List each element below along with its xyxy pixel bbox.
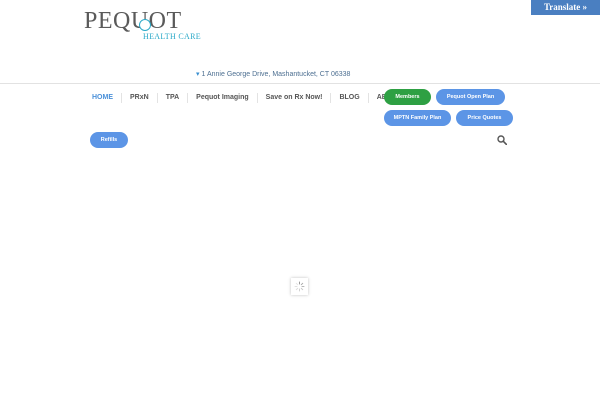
header-divider [0, 83, 600, 84]
members-button[interactable]: Members [384, 89, 431, 105]
logo-subtitle: HEALTH CARE [143, 32, 201, 41]
nav-prxn[interactable]: PRxN [121, 93, 157, 103]
translate-button[interactable]: Translate » [531, 0, 600, 15]
nav-tpa[interactable]: TPA [156, 93, 187, 103]
refills-button[interactable]: Refills [90, 132, 128, 148]
mptn-family-plan-button[interactable]: MPTN Family Plan [384, 110, 451, 126]
map-pin-icon: ▾ [196, 71, 200, 78]
nav-blog[interactable]: BLOG [330, 93, 367, 103]
nav-home[interactable]: HOME [84, 93, 121, 103]
price-quotes-button[interactable]: Price Quotes [456, 110, 513, 126]
logo-emblem-icon [139, 19, 151, 31]
logo[interactable]: PEQUOT HEALTH CARE [84, 8, 214, 44]
pequot-open-plan-button[interactable]: Pequot Open Plan [436, 89, 505, 105]
address-text: 1 Annie George Drive, Mashantucket, CT 0… [201, 71, 351, 78]
main-nav: HOME PRxN TPA Pequot Imaging Save on Rx … [84, 92, 410, 104]
address-line: ▾ 1 Annie George Drive, Mashantucket, CT … [196, 70, 350, 78]
spinner-icon [294, 281, 305, 292]
search-icon[interactable] [497, 135, 507, 145]
logo-wordmark: PEQUOT [84, 8, 182, 34]
nav-pequot-imaging[interactable]: Pequot Imaging [187, 93, 257, 103]
nav-save-on-rx[interactable]: Save on Rx Now! [256, 93, 331, 103]
loading-spinner [291, 278, 308, 295]
